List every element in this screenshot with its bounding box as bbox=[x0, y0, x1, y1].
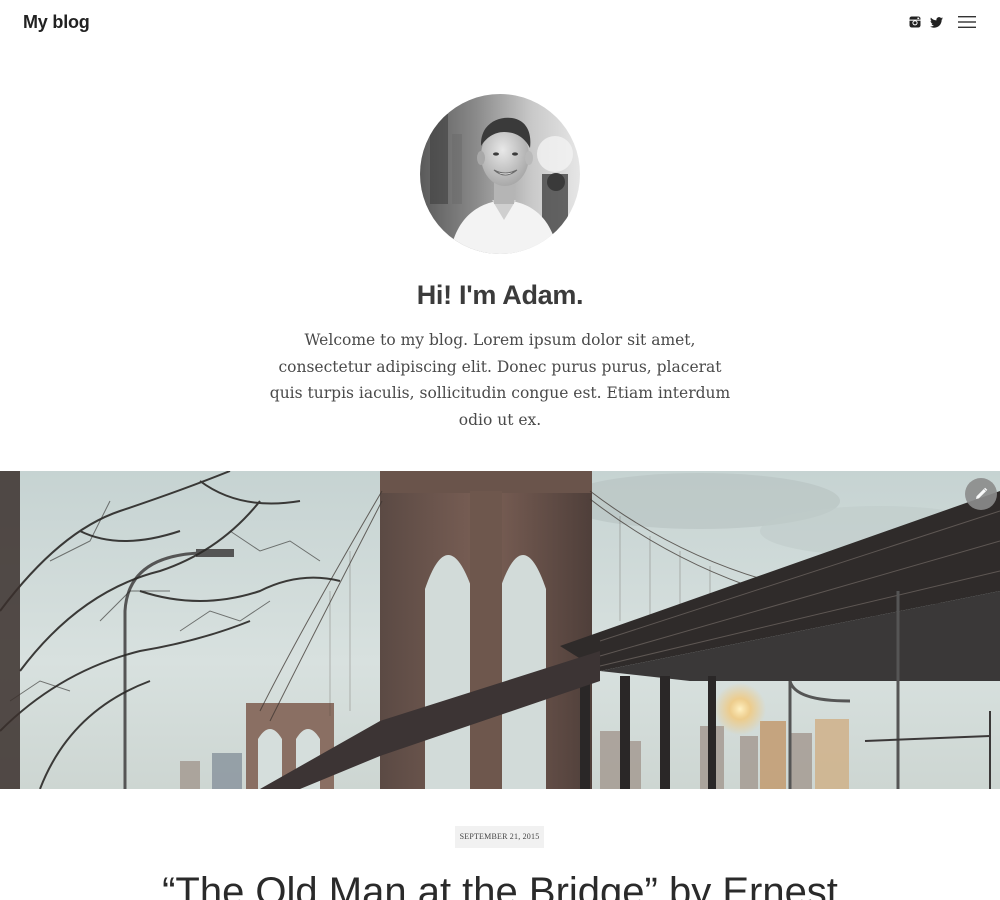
post-title[interactable]: “The Old Man at the Bridge” by Ernest bbox=[0, 868, 1000, 900]
instagram-icon[interactable] bbox=[909, 16, 921, 28]
author-intro: Hi! I'm Adam. Welcome to my blog. Lorem … bbox=[0, 94, 1000, 433]
pencil-icon bbox=[976, 487, 988, 499]
header-icons bbox=[909, 15, 976, 29]
intro-heading: Hi! I'm Adam. bbox=[416, 280, 584, 310]
site-title-link[interactable]: My blog bbox=[23, 12, 90, 33]
menu-icon[interactable] bbox=[958, 15, 976, 29]
avatar bbox=[420, 94, 580, 254]
featured-image[interactable] bbox=[0, 471, 1000, 789]
twitter-icon[interactable] bbox=[930, 16, 943, 28]
site-header: My blog bbox=[0, 0, 1000, 48]
post-date-badge: SEPTEMBER 21, 2015 bbox=[455, 826, 544, 848]
intro-text: Welcome to my blog. Lorem ipsum dolor si… bbox=[269, 331, 731, 429]
edit-post-button[interactable] bbox=[965, 478, 997, 510]
